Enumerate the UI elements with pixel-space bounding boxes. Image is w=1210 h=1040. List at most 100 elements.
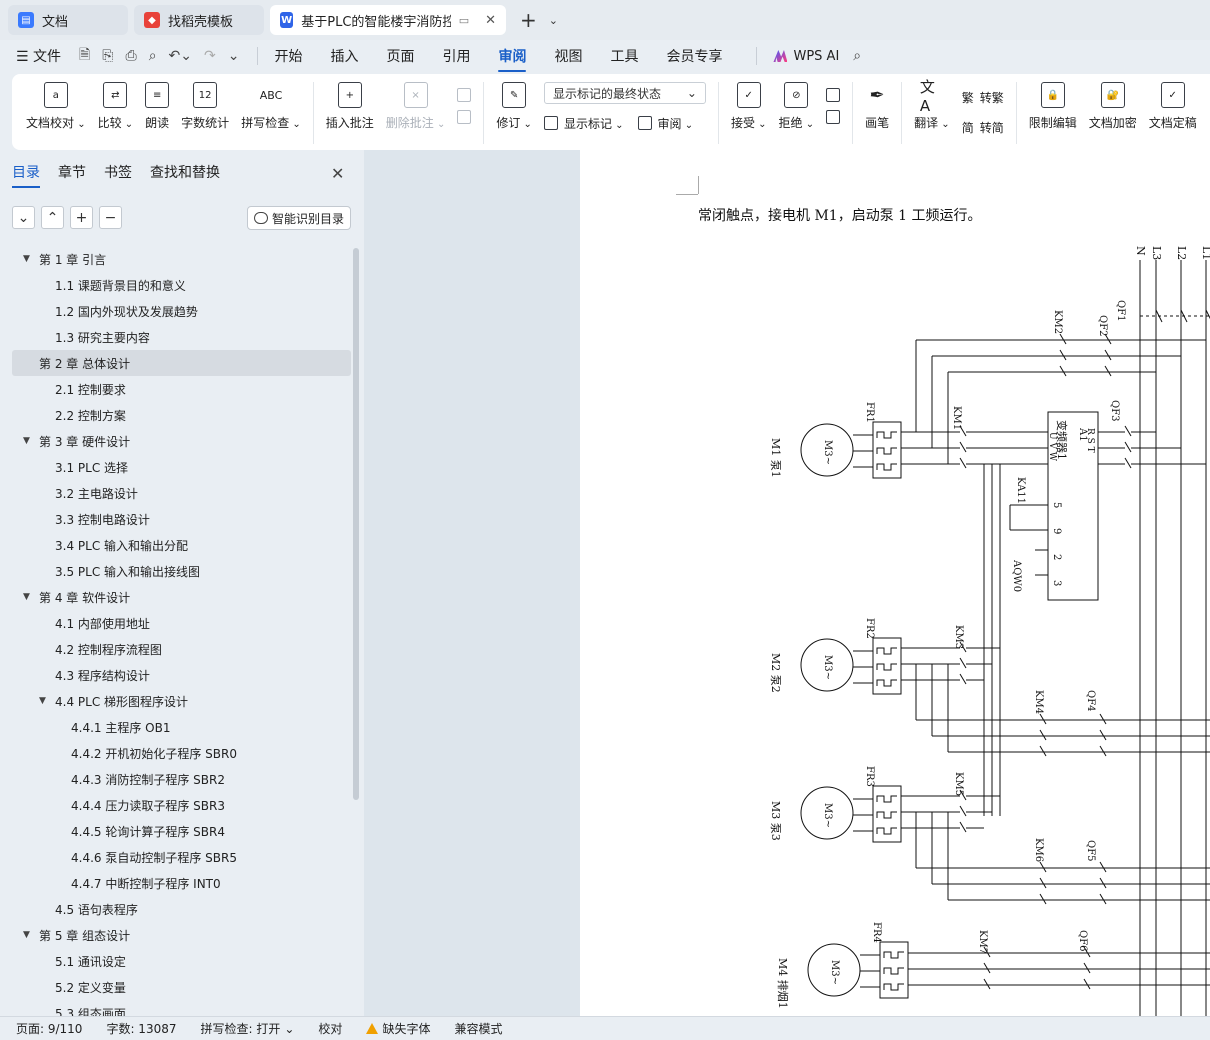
print-icon[interactable]: ⎙ [125,48,136,64]
wps-ai-button[interactable]: WPS AI [773,49,839,64]
revise-button[interactable]: ✎ 修订 [490,82,538,131]
save-icon[interactable]: 🗎 [79,44,90,68]
to-simplified-button[interactable]: 简转简 [962,116,1004,138]
menu-review[interactable]: 审阅 [498,46,527,72]
tab-docer[interactable]: ◆ 找稻壳模板 [134,5,264,35]
expand-arrow-icon[interactable]: ▼ [39,696,46,706]
accept-button[interactable]: ✓ 接受 [725,82,773,131]
toc-item[interactable]: 4.4.5 轮询计算子程序 SBR4 [12,818,351,844]
remove-heading-icon[interactable]: − [99,206,122,229]
insert-comment-button[interactable]: + 插入批注 [320,82,380,131]
reject-button[interactable]: ⊘ 拒绝 [773,82,821,131]
spell-check-status[interactable]: 拼写检查: 打开 ⌄ [201,1020,295,1037]
monitor-icon[interactable]: ▭ [459,14,469,27]
toc-item[interactable]: 5.1 通讯设定 [12,948,351,974]
menu-view[interactable]: 视图 [554,46,582,66]
page-indicator[interactable]: 页面: 9/110 [16,1020,82,1037]
prev-comment-icon[interactable] [457,88,472,102]
tab-bookmarks[interactable]: 书签 [104,162,132,182]
tab-find-replace[interactable]: 查找和替换 [150,162,220,182]
document-page[interactable]: 常闭触点，接电机 M1，启动泵 1 工频运行。 N L3 L2 L1 QF1 KM2 QF2… [580,150,1210,1016]
toc-item[interactable]: 2.1 控制要求 [12,376,351,402]
smart-toc-button[interactable]: 智能识别目录 [247,206,352,230]
close-icon[interactable]: ✕ [331,164,344,183]
search-icon[interactable]: ⌕ [853,48,861,64]
read-aloud-button[interactable]: ≡ 朗读 [139,82,175,131]
toc-item[interactable]: 4.5 语句表程序 [12,896,351,922]
missing-font-status[interactable]: 缺失字体 [366,1020,430,1037]
chevron-down-icon[interactable]: ⌄ [549,14,558,27]
undo-icon[interactable]: ↶⌄ [169,48,192,64]
review-pane-button[interactable]: 审阅 [658,115,694,132]
menu-reference[interactable]: 引用 [442,46,470,66]
next-comment-icon[interactable] [457,110,472,124]
next-revision-icon[interactable] [826,110,841,124]
toc-item[interactable]: 5.2 定义变量 [12,974,351,1000]
toc-item[interactable]: ▼ 第 3 章 硬件设计 [12,428,351,454]
print-preview-icon[interactable]: ⌕ [149,48,157,64]
menu-insert[interactable]: 插入 [330,46,358,66]
proofread-button[interactable]: a 文档校对 [12,82,92,131]
toc-item[interactable]: 5.3 组态画面 [12,1000,351,1017]
close-tab-icon[interactable]: ✕ [485,13,496,28]
toc-item[interactable]: 3.1 PLC 选择 [12,454,351,480]
toc-item[interactable]: 1.1 课题背景目的和意义 [12,272,351,298]
toc-item[interactable]: 2.2 控制方案 [12,402,351,428]
toc-item[interactable]: ▼ 第 4 章 软件设计 [12,584,351,610]
menu-start[interactable]: 开始 [274,46,302,66]
delete-comment-button[interactable]: × 删除批注 [380,82,452,131]
redo-icon[interactable]: ↷ [204,48,216,64]
word-count-status[interactable]: 字数: 13087 [106,1020,176,1037]
proof-status[interactable]: 校对 [318,1020,342,1037]
new-tab-icon[interactable]: + [520,8,537,32]
add-heading-icon[interactable]: + [70,206,93,229]
expand-arrow-icon[interactable]: ▼ [23,592,30,602]
menu-tools[interactable]: 工具 [610,46,638,66]
tab-docs[interactable]: ▤ 文档 [8,5,128,35]
to-traditional-button[interactable]: 繁转繁 [962,86,1004,108]
prev-revision-icon[interactable] [826,88,841,102]
menu-page[interactable]: 页面 [386,46,414,66]
toc-item[interactable]: ▼ 4.4 PLC 梯形图程序设计 [12,688,351,714]
tab-sections[interactable]: 章节 [58,162,86,182]
toc-item[interactable]: 4.3 程序结构设计 [12,662,351,688]
expand-arrow-icon[interactable]: ▼ [23,254,30,264]
toc-item[interactable]: 4.4.2 开机初始化子程序 SBR0 [12,740,351,766]
expand-arrow-icon[interactable]: ▼ [23,930,30,940]
toc-item[interactable]: 4.2 控制程序流程图 [12,636,351,662]
toc-item[interactable]: 1.2 国内外现状及发展趋势 [12,298,351,324]
translate-button[interactable]: 文A 翻译 [908,78,956,131]
markup-state-select[interactable]: 显示标记的最终状态 ⌄ [543,82,706,104]
restrict-edit-button[interactable]: 🔒 限制编辑 [1023,82,1083,131]
toc-item[interactable]: 第 2 章 总体设计 [12,350,351,376]
finalize-button[interactable]: ✓ 文档定稿 [1143,82,1203,131]
toc-item[interactable]: 4.1 内部使用地址 [12,610,351,636]
toc-item[interactable]: 4.4.4 压力读取子程序 SBR3 [12,792,351,818]
file-menu[interactable]: ☰ 文件 [16,46,61,66]
toc-item[interactable]: ▼ 第 5 章 组态设计 [12,922,351,948]
toc-item[interactable]: 4.4.6 泵自动控制子程序 SBR5 [12,844,351,870]
tab-toc[interactable]: 目录 [12,162,40,188]
word-count-button[interactable]: 12 字数统计 [175,82,235,131]
toc-item[interactable]: 3.3 控制电路设计 [12,506,351,532]
toc-item[interactable]: 3.4 PLC 输入和输出分配 [12,532,351,558]
toc-item[interactable]: ▼ 第 1 章 引言 [12,246,351,272]
expand-all-icon[interactable]: ⌄ [12,206,35,229]
toc-item[interactable]: 1.3 研究主要内容 [12,324,351,350]
compare-button[interactable]: ⇄ 比较 [92,82,140,131]
pen-button[interactable]: ✒ 画笔 [859,82,895,131]
export-icon[interactable]: ⎘ [102,48,113,64]
tab-document[interactable]: W 基于PLC的智能楼宇消防控制系 ▭ ✕ [270,5,506,35]
toc-item[interactable]: 4.4.1 主程序 OB1 [12,714,351,740]
toc-item[interactable]: 3.5 PLC 输入和输出接线图 [12,558,351,584]
encrypt-button[interactable]: 🔐 文档加密 [1083,82,1143,131]
menu-member[interactable]: 会员专享 [666,46,722,66]
spell-check-button[interactable]: ABC 拼写检查 [235,82,307,131]
collapse-all-icon[interactable]: ⌃ [41,206,64,229]
toc-item[interactable]: 4.4.3 消防控制子程序 SBR2 [12,766,351,792]
toc-scrollbar[interactable] [353,248,359,800]
expand-arrow-icon[interactable]: ▼ [23,436,30,446]
toc-item[interactable]: 3.2 主电路设计 [12,480,351,506]
more-icon[interactable]: ⌄ [228,48,240,64]
toc-item[interactable]: 4.4.7 中断控制子程序 INT0 [12,870,351,896]
